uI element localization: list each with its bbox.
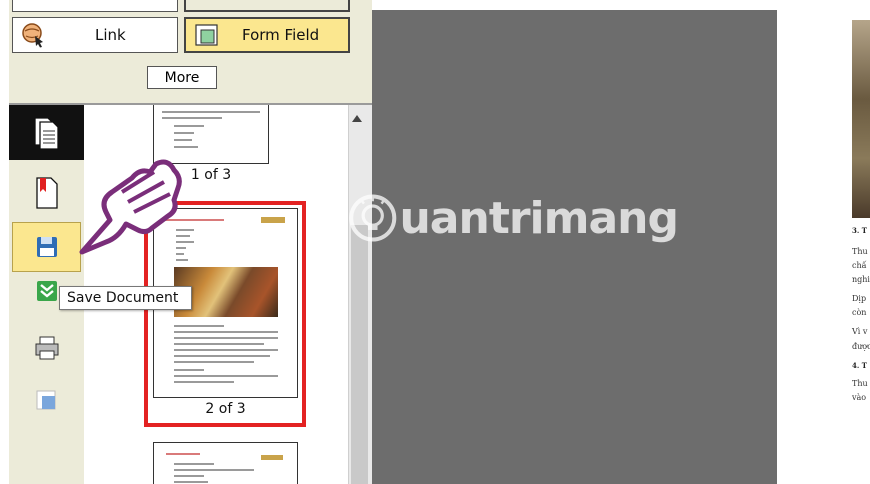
scroll-up-arrow-icon[interactable] [352,115,362,122]
doc-line-9: Thu [852,379,868,388]
bookmark-icon [35,176,58,209]
form-field-label: Form Field [242,26,320,44]
form-field-icon [194,22,220,48]
form-field-button[interactable]: Form Field [184,17,350,53]
tool-button-partial-left[interactable] [12,0,178,12]
doc-line-2: chấ [852,261,867,270]
watermark-text: uantrimang [399,192,679,244]
sidebar-item-layers[interactable] [9,373,84,428]
pages-icon [33,116,59,150]
layer-icon [36,390,55,409]
floppy-disk-icon [36,237,57,257]
link-globe-icon [21,22,47,48]
page-logo-icon [261,455,283,460]
thumbnail-page-3[interactable] [153,442,298,484]
printer-icon [35,336,58,359]
doc-line-7: được [852,342,870,351]
doc-line-5: còn [852,308,867,317]
document-photo [852,20,870,218]
viewer-top-edge [372,0,777,10]
page-logo-icon [261,217,285,223]
window-edge [0,0,9,484]
link-label: Link [95,26,126,44]
pointing-hand-icon [79,159,182,255]
doc-line-1: Thu [852,247,868,256]
bulb-logo-icon [349,194,397,242]
save-document-tooltip: Save Document [59,286,192,310]
doc-line-3: nghi [852,275,870,284]
more-button[interactable]: More [147,66,217,89]
sidebar-item-print[interactable] [9,320,84,375]
doc-line-4: Dịp [852,294,867,303]
doc-line-0: 3. T [852,226,867,235]
doc-line-10: vào [852,393,867,402]
doc-line-8: 4. T [852,361,867,370]
tool-button-partial-right[interactable] [184,0,350,12]
green-chevron-icon [37,281,57,301]
page-2-label: 2 of 3 [205,401,246,417]
doc-line-6: Vì v [852,327,868,336]
scrollbar-thumb[interactable] [351,225,368,484]
watermark: uantrimang [348,184,679,252]
document-page-partial: 3. T Thu chấ nghi Dịp còn Vì v được 4. T… [777,0,870,484]
link-button[interactable]: Link [12,17,178,53]
